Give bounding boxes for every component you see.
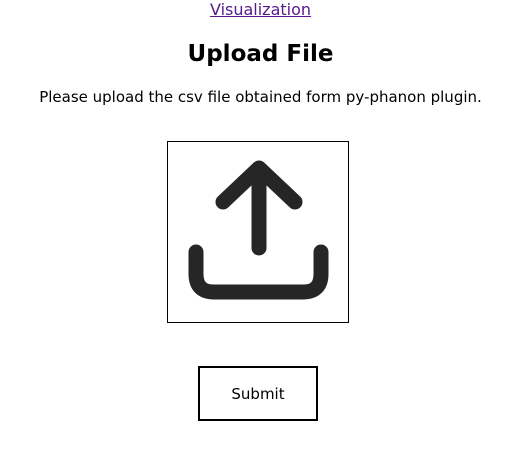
- upload-page: Visualization Upload File Please upload …: [0, 0, 521, 464]
- visualization-link[interactable]: Visualization: [0, 0, 521, 19]
- page-title: Upload File: [187, 41, 334, 67]
- submit-button[interactable]: Submit: [198, 366, 318, 421]
- upload-arrow-icon: [188, 160, 329, 300]
- file-upload-dropzone[interactable]: [167, 141, 349, 323]
- upload-instructions: Please upload the csv file obtained form…: [39, 88, 482, 106]
